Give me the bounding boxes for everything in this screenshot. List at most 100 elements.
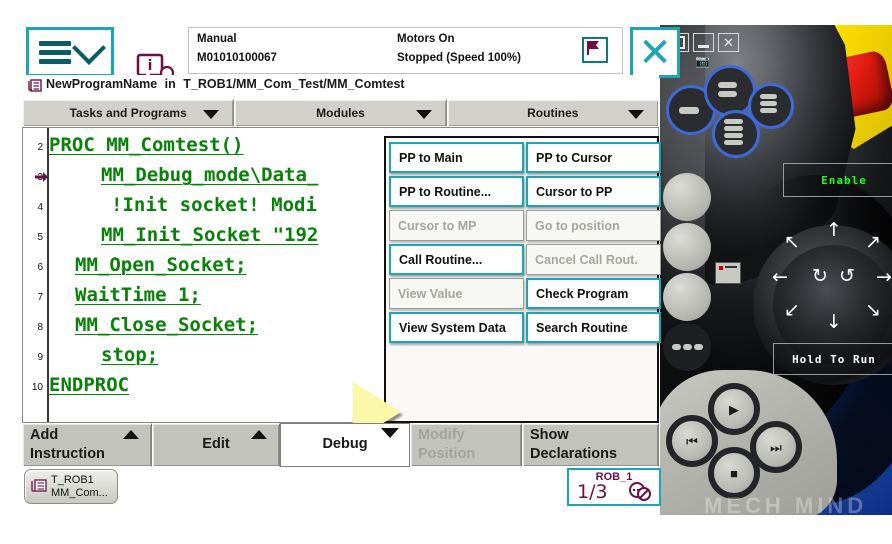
debug-popup-menu: PP to Main PP to Cursor PP to Routine... Cu… bbox=[384, 136, 661, 423]
popup-button-cursor-to-mp: Cursor to MP bbox=[389, 210, 524, 241]
jog-axis-button[interactable] bbox=[663, 273, 711, 321]
code-line[interactable]: ENDPROC bbox=[49, 374, 129, 396]
svg-text:i: i bbox=[148, 58, 153, 74]
caret-down-icon bbox=[381, 428, 399, 438]
chevron-down-icon bbox=[72, 31, 106, 65]
close-icon[interactable]: ✕ bbox=[718, 33, 739, 52]
action-label-line2: Position bbox=[418, 446, 476, 462]
close-icon: ✕ bbox=[638, 29, 672, 76]
popup-button-call-routine[interactable]: Call Routine... bbox=[389, 244, 524, 275]
motors-label: Motors On bbox=[397, 33, 455, 45]
line-number: 4 bbox=[37, 202, 43, 213]
minimize-icon[interactable] bbox=[693, 33, 714, 52]
enable-label: Enable bbox=[783, 163, 892, 197]
status-panel: Manual M01010100067 Motors On Stopped (S… bbox=[188, 27, 623, 74]
breadcrumb-separator: in bbox=[164, 77, 176, 91]
task-chip[interactable]: T_ROB1 MM_Com... bbox=[24, 469, 118, 504]
arrow-up-icon: ↑ bbox=[826, 219, 842, 241]
action-label-line1: Modify bbox=[418, 427, 465, 443]
action-label-line2: Declarations bbox=[530, 446, 618, 462]
code-line[interactable]: WaitTime 1; bbox=[75, 284, 201, 306]
close-button[interactable]: ✕ bbox=[630, 27, 680, 78]
camera-icon[interactable]: 📷 bbox=[695, 54, 710, 68]
program-pointer-icon bbox=[35, 170, 49, 182]
stop-icon[interactable]: ■ bbox=[708, 447, 760, 499]
action-modify: Modify Position bbox=[410, 423, 522, 467]
caret-up-icon bbox=[123, 430, 139, 439]
action-add[interactable]: Add Instruction bbox=[22, 423, 152, 467]
arrow-upleft-icon: ↖ bbox=[784, 231, 800, 253]
popup-button-search-routine[interactable]: Search Routine bbox=[526, 312, 661, 343]
line-number: 6 bbox=[37, 262, 43, 273]
watermark: MECH MIND bbox=[704, 493, 868, 515]
arrow-down-icon: ↓ bbox=[826, 311, 842, 333]
tab-tasks-and-programs[interactable]: Tasks and Programs bbox=[22, 99, 235, 127]
popup-button-pp-to-cursor[interactable]: PP to Cursor bbox=[526, 142, 661, 173]
prev-icon[interactable]: ⏮ bbox=[666, 415, 718, 467]
pendant-ring-button-4[interactable] bbox=[712, 110, 760, 158]
task-module: MM_Com... bbox=[51, 487, 108, 499]
arrow-right-icon: → bbox=[876, 266, 892, 288]
code-editor[interactable]: 2345678910 PROC MM_Comtest()MM_Debug_mod… bbox=[22, 127, 661, 442]
code-line[interactable]: PROC MM_Comtest() bbox=[49, 134, 243, 156]
popup-button-view-system-data[interactable]: View System Data bbox=[389, 312, 524, 343]
popup-button-check-program[interactable]: Check Program bbox=[526, 278, 661, 309]
popup-button-cancel-call-rout: Cancel Call Rout. bbox=[526, 244, 661, 275]
tab-bar: Tasks and Programs Modules Routines bbox=[22, 99, 659, 127]
menu-button[interactable] bbox=[26, 27, 114, 77]
caret-up-icon bbox=[251, 430, 267, 439]
arrow-downleft-icon: ↙ bbox=[784, 299, 800, 321]
code-line[interactable]: !Init socket! Modi bbox=[111, 194, 317, 216]
line-number: 9 bbox=[37, 352, 43, 363]
jog-increment-button[interactable] bbox=[663, 323, 711, 371]
popup-button-go-to-position: Go to position bbox=[526, 210, 661, 241]
tab-label: Tasks and Programs bbox=[69, 106, 187, 120]
pendant-screen-icon bbox=[715, 262, 741, 284]
rotate-cw-icon: ↺ bbox=[839, 265, 855, 287]
tab-modules[interactable]: Modules bbox=[234, 99, 447, 127]
code-line[interactable]: stop; bbox=[101, 344, 158, 366]
robot-fraction: 1/3 bbox=[577, 481, 608, 503]
flexpendant-window: i Manual M01010100067 Motors On Stopped … bbox=[22, 23, 680, 506]
task-name: T_ROB1 bbox=[51, 474, 94, 486]
action-edit[interactable]: Edit bbox=[152, 423, 280, 467]
breadcrumb-path: T_ROB1/MM_Com_Test/MM_Comtest bbox=[183, 77, 405, 91]
chevron-down-icon bbox=[627, 110, 644, 119]
jog-reorient-button[interactable] bbox=[663, 223, 711, 271]
play-icon[interactable]: ▶ bbox=[708, 383, 760, 435]
popup-button-pp-to-routine[interactable]: PP to Routine... bbox=[389, 176, 524, 207]
code-line[interactable]: MM_Debug_mode\Data_ bbox=[101, 164, 318, 186]
robot-status-chip[interactable]: ROB_1 1/3 bbox=[567, 468, 661, 506]
arrow-upright-icon: ↗ bbox=[865, 231, 881, 253]
popup-button-pp-to-main[interactable]: PP to Main bbox=[389, 142, 524, 173]
tab-routines[interactable]: Routines bbox=[446, 99, 659, 127]
mode-label: Manual bbox=[197, 33, 237, 45]
breadcrumb: NewProgramName in T_ROB1/MM_Com_Test/MM_… bbox=[22, 75, 659, 97]
rotate-ccw-icon: ↻ bbox=[812, 265, 828, 287]
popup-button-view-value: View Value bbox=[389, 278, 524, 309]
arrow-left-icon: ← bbox=[772, 266, 788, 288]
action-label-line1: Show bbox=[530, 427, 569, 443]
action-show[interactable]: Show Declarations bbox=[522, 423, 659, 467]
popup-button-cursor-to-pp[interactable]: Cursor to PP bbox=[526, 176, 661, 207]
action-label-line1: Add bbox=[30, 427, 59, 443]
jog-tool-button[interactable] bbox=[663, 173, 711, 221]
system-id-label: M01010100067 bbox=[197, 52, 277, 64]
header: i Manual M01010100067 Motors On Stopped … bbox=[22, 23, 680, 93]
line-number-gutter: 2345678910 bbox=[23, 128, 49, 422]
line-number: 5 bbox=[37, 232, 43, 243]
arrow-downright-icon: ↘ bbox=[865, 299, 881, 321]
hold-to-run-label: Hold To Run bbox=[773, 343, 892, 375]
chevron-down-icon bbox=[203, 110, 220, 119]
action-label: Debug bbox=[322, 436, 368, 452]
line-number: 7 bbox=[37, 292, 43, 303]
code-line[interactable]: MM_Close_Socket; bbox=[75, 314, 258, 336]
task-window-icon bbox=[30, 479, 47, 494]
tab-label: Modules bbox=[316, 106, 365, 120]
line-number: 8 bbox=[37, 322, 43, 333]
breadcrumb-text: NewProgramName in T_ROB1/MM_Com_Test/MM_… bbox=[46, 77, 405, 91]
no-axis-icon bbox=[628, 481, 652, 501]
code-line[interactable]: MM_Open_Socket; bbox=[75, 254, 247, 276]
action-debug[interactable]: Debug bbox=[280, 423, 410, 467]
code-line[interactable]: MM_Init_Socket "192 bbox=[101, 224, 318, 246]
